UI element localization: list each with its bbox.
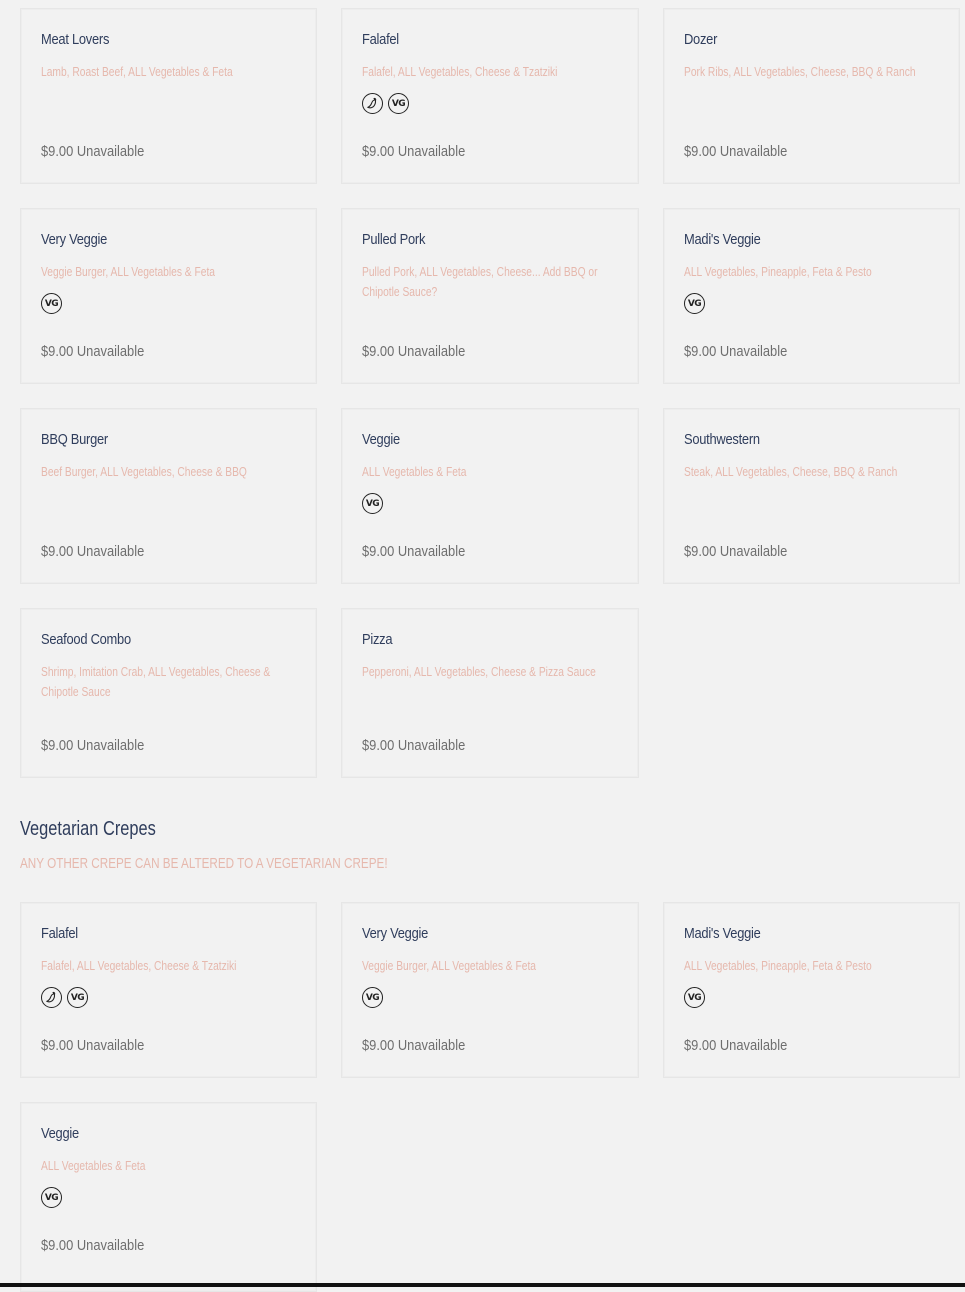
dietary-icons: VG	[362, 987, 383, 1008]
item-name: Veggie	[362, 431, 400, 448]
menu-item-card[interactable]: Very Veggie Veggie Burger, ALL Vegetables…	[341, 902, 639, 1078]
menu-item-card[interactable]: Dozer Pork Ribs, ALL Vegetables, Cheese, …	[663, 8, 960, 184]
item-price: $9.00 Unavailable	[41, 1237, 145, 1254]
chili-icon	[362, 93, 383, 114]
item-name: BBQ Burger	[41, 431, 108, 448]
dietary-icons: VG	[684, 293, 705, 314]
item-price: $9.00 Unavailable	[362, 143, 466, 160]
menu-item-card[interactable]: Southwestern Steak, ALL Vegetables, Chees…	[663, 408, 960, 584]
vegetarian-icon: VG	[362, 987, 383, 1008]
item-price: $9.00 Unavailable	[41, 143, 145, 160]
dietary-icons: VG	[362, 493, 383, 514]
dietary-icons: VG	[41, 1187, 62, 1208]
item-description: Veggie Burger, ALL Vegetables & Feta	[41, 265, 216, 279]
item-name: Very Veggie	[41, 231, 108, 248]
dietary-icons: VG	[362, 93, 409, 114]
item-price: $9.00 Unavailable	[41, 1037, 145, 1054]
item-price: $9.00 Unavailable	[684, 1037, 788, 1054]
item-description: Pork Ribs, ALL Vegetables, Cheese, BBQ &…	[684, 65, 916, 79]
dietary-icons: VG	[684, 987, 705, 1008]
item-description: Steak, ALL Vegetables, Cheese, BBQ & Ran…	[684, 465, 898, 479]
item-name: Veggie	[41, 1125, 79, 1142]
item-description: Falafel, ALL Vegetables, Cheese & Tzatzi…	[41, 959, 237, 973]
vegetarian-icon: VG	[41, 293, 62, 314]
item-name: Meat Lovers	[41, 31, 110, 48]
item-price: $9.00 Unavailable	[362, 543, 466, 560]
item-name: Falafel	[362, 31, 399, 48]
item-description: Lamb, Roast Beef, ALL Vegetables & Feta	[41, 65, 233, 79]
vegetarian-icon: VG	[67, 987, 88, 1008]
menu-item-card[interactable]: Madi's Veggie ALL Vegetables, Pineapple, …	[663, 902, 960, 1078]
item-description: Beef Burger, ALL Vegetables, Cheese & BB…	[41, 465, 247, 479]
item-price: $9.00 Unavailable	[362, 1037, 466, 1054]
vegetarian-icon: VG	[41, 1187, 62, 1208]
vegetarian-icon: VG	[684, 293, 705, 314]
item-name: Falafel	[41, 925, 78, 942]
menu-item-card[interactable]: Pulled Pork Pulled Pork, ALL Vegetables, …	[341, 208, 639, 384]
item-description: ALL Vegetables, Pineapple, Feta & Pesto	[684, 959, 872, 973]
menu-item-card[interactable]: BBQ Burger Beef Burger, ALL Vegetables, C…	[20, 408, 317, 584]
item-description: ALL Vegetables & Feta	[362, 465, 467, 479]
menu-item-card[interactable]: Veggie ALL Vegetables & Feta VG $9.00 Unava…	[341, 408, 639, 584]
dietary-icons: VG	[41, 987, 88, 1008]
menu-item-card[interactable]: Meat Lovers Lamb, Roast Beef, ALL Vegetab…	[20, 8, 317, 184]
item-name: Madi's Veggie	[684, 925, 761, 942]
menu-item-card[interactable]: Madi's Veggie ALL Vegetables, Pineapple, …	[663, 208, 960, 384]
vegetarian-icon: VG	[684, 987, 705, 1008]
item-description: Veggie Burger, ALL Vegetables & Feta	[362, 959, 537, 973]
chili-icon	[41, 987, 62, 1008]
bottom-edge-bar	[0, 1283, 965, 1287]
section-subtitle: ANY OTHER CREPE CAN BE ALTERED TO A VEGE…	[20, 855, 388, 872]
item-price: $9.00 Unavailable	[41, 737, 145, 754]
item-name: Madi's Veggie	[684, 231, 761, 248]
item-description: Pulled Pork, ALL Vegetables, Cheese... A…	[362, 265, 598, 299]
item-name: Pulled Pork	[362, 231, 426, 248]
item-price: $9.00 Unavailable	[362, 737, 466, 754]
item-price: $9.00 Unavailable	[684, 343, 788, 360]
item-name: Pizza	[362, 631, 393, 648]
item-price: $9.00 Unavailable	[684, 143, 788, 160]
vegetarian-icon: VG	[388, 93, 409, 114]
item-name: Dozer	[684, 31, 718, 48]
item-price: $9.00 Unavailable	[684, 543, 788, 560]
menu-item-card[interactable]: Falafel Falafel, ALL Vegetables, Cheese &…	[20, 902, 317, 1078]
item-description: Shrimp, Imitation Crab, ALL Vegetables, …	[41, 665, 271, 699]
item-price: $9.00 Unavailable	[41, 543, 145, 560]
item-price: $9.00 Unavailable	[362, 343, 466, 360]
menu-item-card[interactable]: Pizza Pepperoni, ALL Vegetables, Cheese &…	[341, 608, 639, 778]
section-title: Vegetarian Crepes	[20, 818, 156, 840]
item-description: ALL Vegetables & Feta	[41, 1159, 146, 1173]
menu-item-card[interactable]: Falafel Falafel, ALL Vegetables, Cheese &…	[341, 8, 639, 184]
dietary-icons: VG	[41, 293, 62, 314]
menu-item-card[interactable]: Seafood Combo Shrimp, Imitation Crab, ALL…	[20, 608, 317, 778]
vegetarian-icon: VG	[362, 493, 383, 514]
menu-item-card[interactable]: Veggie ALL Vegetables & Feta VG $9.00 Unava…	[20, 1102, 317, 1292]
item-description: ALL Vegetables, Pineapple, Feta & Pesto	[684, 265, 872, 279]
item-price: $9.00 Unavailable	[41, 343, 145, 360]
menu-item-card[interactable]: Very Veggie Veggie Burger, ALL Vegetables…	[20, 208, 317, 384]
item-description: Falafel, ALL Vegetables, Cheese & Tzatzi…	[362, 65, 558, 79]
item-description: Pepperoni, ALL Vegetables, Cheese & Pizz…	[362, 665, 596, 679]
item-name: Seafood Combo	[41, 631, 131, 648]
item-name: Very Veggie	[362, 925, 429, 942]
item-name: Southwestern	[684, 431, 760, 448]
